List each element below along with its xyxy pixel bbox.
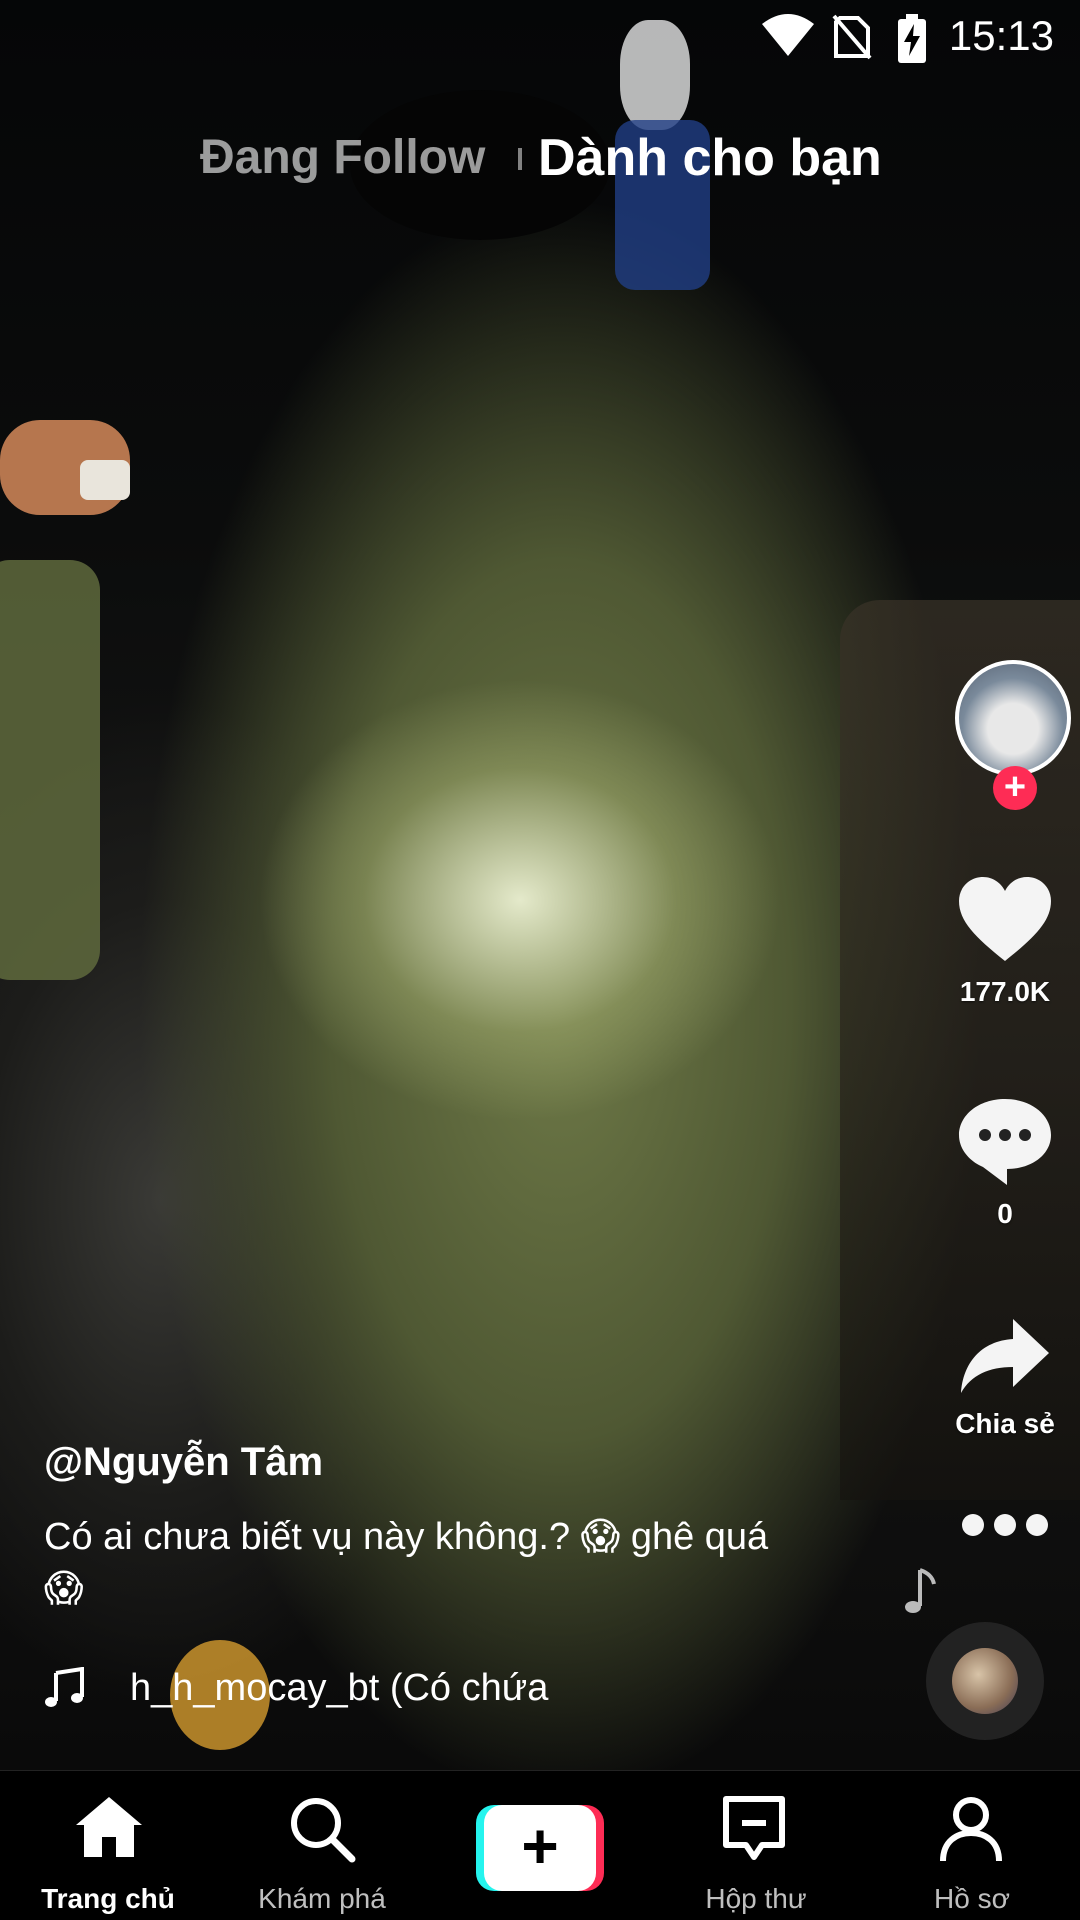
tab-following[interactable]: Đang Follow: [200, 130, 485, 185]
nav-inbox-label: Hộp thư: [705, 1883, 807, 1914]
nav-inbox[interactable]: Hộp thư: [656, 1771, 856, 1920]
inbox-icon: [723, 1796, 785, 1860]
video-person-left: [0, 560, 100, 980]
post-caption: @Nguyễn Tâm Có ai chưa biết vụ này không…: [44, 1440, 784, 1615]
more-icon: [962, 1514, 1048, 1536]
nav-profile-label: Hồ sơ: [934, 1883, 1010, 1914]
follow-plus-icon[interactable]: +: [993, 766, 1037, 810]
like-button[interactable]: 177.0K: [930, 875, 1080, 1008]
comment-icon: [959, 1099, 1051, 1185]
nav-profile[interactable]: Hồ sơ: [872, 1771, 1072, 1920]
more-options-button[interactable]: [930, 1510, 1080, 1545]
creator-avatar-button[interactable]: +: [955, 660, 1071, 810]
floating-music-note-icon: [905, 1568, 936, 1613]
wifi-icon: [762, 14, 814, 56]
plus-icon: +: [484, 1805, 596, 1891]
nav-home[interactable]: Trang chủ: [8, 1771, 208, 1920]
music-info[interactable]: h_h_mocay_bt (Có chứa: [44, 1665, 664, 1715]
avatar: [955, 660, 1071, 776]
nav-discover-label: Khám phá: [258, 1883, 386, 1914]
comment-button[interactable]: 0: [930, 1095, 1080, 1230]
feed-tabs: Đang Follow Dành cho bạn: [0, 128, 1080, 190]
share-button[interactable]: Chia sẻ: [930, 1315, 1080, 1440]
like-count: 177.0K: [959, 976, 1051, 1007]
nav-discover[interactable]: Khám phá: [222, 1771, 422, 1920]
music-note-icon: [45, 1667, 84, 1707]
music-disc-cover: [952, 1648, 1018, 1714]
share-label: Chia sẻ: [955, 1408, 1055, 1439]
search-icon: [291, 1798, 356, 1863]
create-button[interactable]: +: [476, 1805, 604, 1891]
tab-divider: [518, 148, 522, 170]
video-flashlight: [80, 460, 130, 500]
heart-icon: [959, 877, 1051, 961]
post-description: Có ai chưa biết vụ này không.? 😱 ghê quá…: [44, 1516, 769, 1610]
profile-icon: [940, 1797, 1002, 1862]
status-bar: 15:13: [0, 0, 1080, 80]
battery-charging-icon: [898, 14, 926, 63]
status-time: 15:13: [948, 12, 1054, 59]
no-sim-icon: [832, 14, 872, 60]
comment-count: 0: [997, 1198, 1013, 1229]
bottom-nav: Trang chủ Khám phá + Hộp thư Hồ sơ: [0, 1770, 1080, 1920]
music-title: h_h_mocay_bt (Có chứa: [130, 1667, 549, 1709]
music-disc-button[interactable]: [926, 1622, 1044, 1740]
nav-home-label: Trang chủ: [41, 1883, 175, 1914]
share-icon: [961, 1319, 1049, 1393]
creator-username[interactable]: @Nguyễn Tâm: [44, 1440, 784, 1485]
tab-for-you[interactable]: Dành cho bạn: [538, 128, 882, 188]
home-icon: [76, 1797, 142, 1857]
